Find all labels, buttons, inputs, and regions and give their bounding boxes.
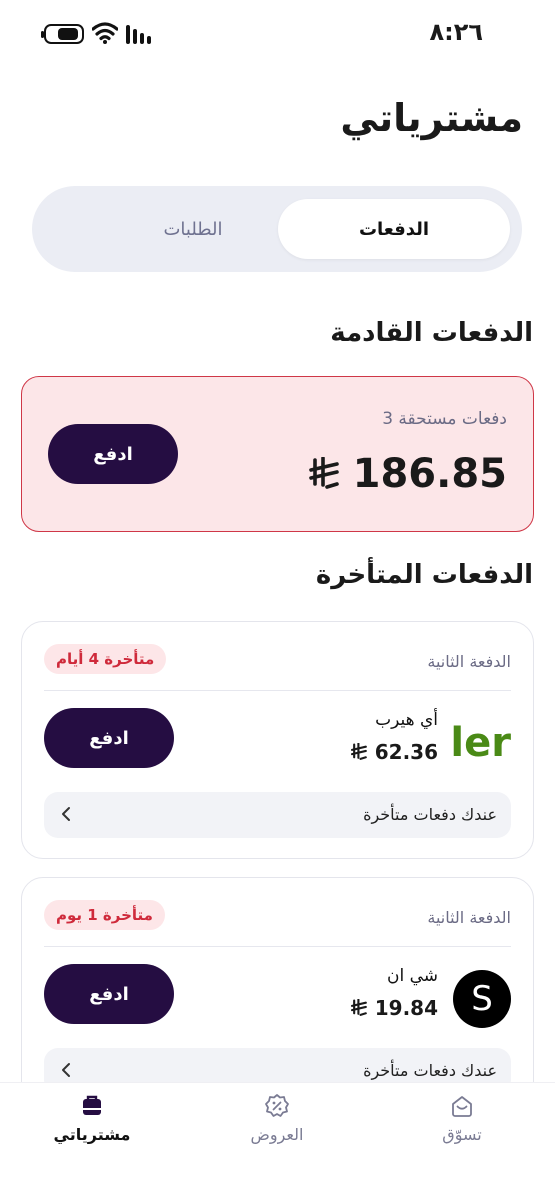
overdue-notice-text: عندك دفعات متأخرة — [363, 805, 497, 824]
chevron-left-icon — [62, 1063, 70, 1077]
overdue-section-title: الدفعات المتأخرة — [315, 560, 533, 590]
tab-orders[interactable]: الطلبات — [78, 199, 308, 259]
status-bar: ٨:٢٦ — [0, 0, 555, 66]
tab-payments[interactable]: الدفعات — [278, 199, 510, 259]
nav-label: العروض — [250, 1125, 304, 1144]
upcoming-total: 186.85 — [308, 451, 507, 497]
chevron-left-icon — [62, 807, 70, 821]
late-badge: متأخرة 4 أيام — [44, 644, 167, 674]
upcoming-payments-card: 3 دفعات مستحقة 186.85 ادفع — [21, 376, 534, 532]
nav-label: مشترياتي — [53, 1125, 131, 1144]
upcoming-amount: 186.85 — [352, 451, 507, 497]
overdue-card-iherb: الدفعة الثانية متأخرة 4 أيام ler أي هيرب… — [21, 621, 534, 859]
merchant-name: شي ان — [386, 966, 438, 986]
shop-icon — [452, 1096, 472, 1117]
shein-logo: S — [453, 970, 511, 1028]
overdue-notice-text: عندك دفعات متأخرة — [363, 1061, 497, 1080]
riyal-icon — [308, 457, 339, 489]
bag-icon — [83, 1095, 101, 1115]
merchant-name: أي هيرب — [375, 710, 438, 730]
riyal-icon — [350, 743, 367, 760]
merchant-amount: 19.84 — [350, 996, 438, 1020]
bottom-nav: مشترياتي العروض تسوّق — [0, 1082, 555, 1200]
nav-item-shop[interactable]: تسوّق — [402, 1093, 522, 1144]
divider — [44, 690, 511, 691]
status-time: ٨:٢٦ — [429, 18, 483, 46]
divider — [44, 946, 511, 947]
tab-switcher: الدفعات الطلبات — [32, 186, 522, 272]
pay-shein-button[interactable]: ادفع — [44, 964, 174, 1024]
signal-icon — [126, 24, 156, 44]
iherb-logo: ler — [453, 720, 511, 766]
amount-value: 62.36 — [374, 740, 438, 764]
wifi-icon — [92, 22, 118, 44]
battery-icon — [41, 24, 84, 44]
nav-item-purchases[interactable]: مشترياتي — [32, 1093, 152, 1144]
overdue-card-shein: الدفعة الثانية متأخرة 1 يوم S شي ان 19.8… — [21, 877, 534, 1117]
upcoming-section-title: الدفعات القادمة — [330, 318, 533, 348]
late-badge: متأخرة 1 يوم — [44, 900, 165, 930]
pay-iherb-button[interactable]: ادفع — [44, 708, 174, 768]
page-title: مشترياتي — [340, 96, 523, 140]
installment-label: الدفعة الثانية — [427, 908, 511, 927]
due-count: 3 دفعات مستحقة — [382, 409, 507, 429]
riyal-icon — [350, 999, 367, 1016]
nav-label: تسوّق — [442, 1125, 482, 1144]
installment-label: الدفعة الثانية — [427, 652, 511, 671]
discount-icon — [265, 1094, 289, 1117]
amount-value: 19.84 — [374, 996, 438, 1020]
pay-upcoming-button[interactable]: ادفع — [48, 424, 178, 484]
nav-item-offers[interactable]: العروض — [217, 1093, 337, 1144]
overdue-notice-row[interactable]: عندك دفعات متأخرة — [44, 792, 511, 838]
merchant-amount: 62.36 — [350, 740, 438, 764]
